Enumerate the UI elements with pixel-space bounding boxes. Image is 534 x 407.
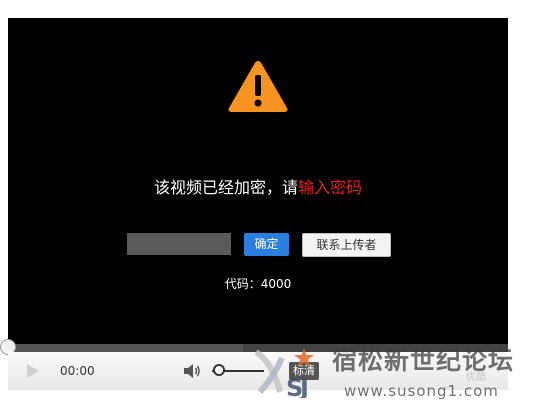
watermark-logo: S J bbox=[254, 348, 314, 398]
encryption-message: 该视频已经加密，请输入密码 bbox=[8, 178, 508, 198]
message-text: 该视频已经加密，请 bbox=[153, 178, 298, 197]
message-highlight: 输入密码 bbox=[298, 178, 363, 197]
warning-icon bbox=[228, 61, 288, 112]
error-code: 代码：4000 bbox=[224, 277, 292, 291]
progress-buffer bbox=[8, 344, 243, 352]
watermark-title: 宿松新世纪论坛 bbox=[332, 346, 515, 375]
time-display: 00:00 bbox=[60, 364, 95, 378]
watermark-url: www.susong1.com bbox=[344, 382, 499, 400]
svg-text:J: J bbox=[298, 374, 309, 398]
video-player: 该视频已经加密，请输入密码 确定 联系上传者 代码：4000 00:00 标清 bbox=[0, 18, 508, 390]
video-screen: 该视频已经加密，请输入密码 确定 联系上传者 代码：4000 bbox=[8, 18, 508, 344]
contact-uploader-button[interactable]: 联系上传者 bbox=[302, 233, 391, 257]
confirm-button[interactable]: 确定 bbox=[244, 233, 289, 256]
password-input[interactable] bbox=[127, 233, 231, 255]
volume-handle[interactable] bbox=[213, 364, 225, 376]
volume-icon[interactable] bbox=[183, 363, 201, 379]
play-icon[interactable] bbox=[24, 363, 40, 379]
brand-logo: 优酷 bbox=[466, 372, 486, 383]
